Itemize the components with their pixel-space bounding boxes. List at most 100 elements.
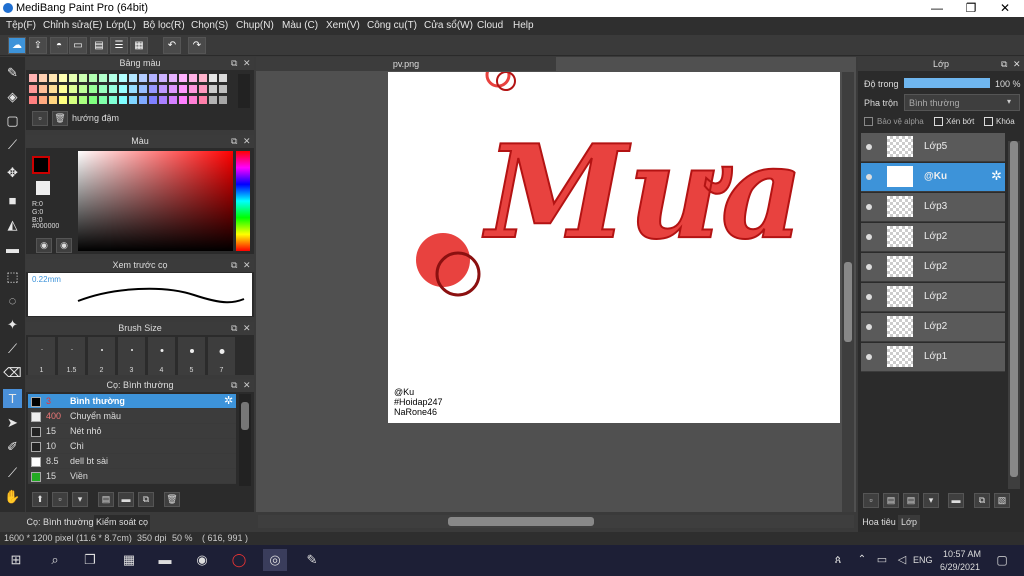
- detach-icon[interactable]: ⧉: [231, 259, 237, 272]
- eraser-tool-icon[interactable]: ◈: [3, 87, 22, 106]
- magic-wand-icon[interactable]: ✦: [3, 315, 22, 334]
- rect-select-tool-icon[interactable]: ▢: [3, 111, 22, 130]
- select-tool-icon[interactable]: ⬚: [3, 267, 22, 286]
- zalo-icon[interactable]: ◉: [190, 549, 214, 571]
- menu-file[interactable]: Tệp(F): [6, 20, 36, 31]
- color-swatch[interactable]: [99, 96, 107, 104]
- move-tool-icon[interactable]: ✥: [3, 163, 22, 182]
- color-swatch[interactable]: [149, 85, 157, 93]
- layer-row[interactable]: Lớp2: [861, 253, 1005, 282]
- operation-tool-icon[interactable]: ➤: [3, 413, 22, 432]
- clock-date[interactable]: 6/29/2021: [940, 562, 980, 572]
- search-icon[interactable]: ⌕: [43, 549, 67, 571]
- color-swatch[interactable]: [89, 85, 97, 93]
- trash-icon[interactable]: 🗑: [164, 492, 180, 507]
- folder-icon[interactable]: ▬: [118, 492, 134, 507]
- gear-icon[interactable]: ✲: [224, 394, 233, 407]
- eye-icon[interactable]: [866, 174, 872, 180]
- color-swatch[interactable]: [39, 96, 47, 104]
- menu-capture[interactable]: Chụp(N): [236, 20, 274, 31]
- brush-item[interactable]: 10 Chì: [28, 439, 236, 454]
- color-swatch[interactable]: [189, 85, 197, 93]
- color-swatch[interactable]: [179, 85, 187, 93]
- bucket-tool-icon[interactable]: ◭: [3, 215, 22, 234]
- menu-edit[interactable]: Chỉnh sửa(E): [43, 20, 103, 31]
- color-swatch[interactable]: [149, 96, 157, 104]
- select-pen-icon[interactable]: ⟋: [3, 339, 22, 358]
- eye-icon[interactable]: [866, 204, 872, 210]
- layer-row[interactable]: Lớp5: [861, 133, 1005, 162]
- detach-icon[interactable]: ⧉: [231, 57, 237, 70]
- color-swatch[interactable]: [89, 74, 97, 82]
- tab-layer[interactable]: Lớp: [898, 515, 920, 530]
- add-brush-icon[interactable]: ⬆: [32, 492, 48, 507]
- brush-tool-icon[interactable]: ✎: [3, 63, 22, 82]
- eye-icon[interactable]: [866, 324, 872, 330]
- volume-icon[interactable]: ◁: [890, 549, 914, 571]
- detach-icon[interactable]: ⧉: [231, 379, 237, 392]
- color-swatch[interactable]: [159, 85, 167, 93]
- color-swatch[interactable]: [199, 74, 207, 82]
- new-layer-1bit-icon[interactable]: ▤: [903, 493, 919, 508]
- restore-button[interactable]: ❐: [954, 0, 988, 17]
- palette-tab-label[interactable]: hướng đậm: [72, 113, 119, 123]
- color-swatch[interactable]: [109, 74, 117, 82]
- scroll-thumb[interactable]: [448, 517, 594, 526]
- minimize-button[interactable]: —: [920, 0, 954, 17]
- tab-brush[interactable]: Cọ: Bình thường: [26, 515, 94, 530]
- close-icon[interactable]: ✕: [243, 322, 251, 335]
- color-swatch[interactable]: [139, 74, 147, 82]
- windows-start-icon[interactable]: ⊞: [4, 549, 28, 571]
- color-swatch[interactable]: [219, 85, 227, 93]
- tab-brush-control[interactable]: Kiểm soát cọ: [94, 515, 150, 530]
- color-swatch[interactable]: [169, 85, 177, 93]
- brush-size-option[interactable]: 3: [118, 337, 146, 375]
- dropper-tool-icon[interactable]: ✐: [3, 437, 22, 456]
- delete-swatch-icon[interactable]: 🗑: [52, 111, 68, 126]
- share-icon[interactable]: ⇪: [29, 37, 47, 54]
- layer-row[interactable]: Lớp1: [861, 343, 1005, 372]
- color-swatch[interactable]: [209, 96, 217, 104]
- saturation-value-picker[interactable]: [78, 151, 233, 251]
- color-swatch[interactable]: [159, 74, 167, 82]
- merge-icon[interactable]: ▧: [994, 493, 1010, 508]
- brush-item[interactable]: 15 Nét nhỏ: [28, 424, 236, 439]
- chrome-icon[interactable]: ◎: [263, 549, 287, 571]
- color-swatch[interactable]: [209, 85, 217, 93]
- brush-size-option[interactable]: 5: [178, 337, 206, 375]
- folder-icon[interactable]: ▬: [948, 493, 964, 508]
- hand-tool-icon[interactable]: ✋: [3, 487, 22, 506]
- fill-rect-tool-icon[interactable]: ■: [3, 191, 22, 210]
- detach-icon[interactable]: ⧉: [1001, 57, 1007, 71]
- menu-select[interactable]: Chọn(S): [191, 20, 228, 31]
- color-swatch[interactable]: [79, 85, 87, 93]
- file-explorer-icon[interactable]: ▬: [153, 549, 177, 571]
- comment-icon[interactable]: ◓: [50, 37, 68, 54]
- task-view-icon[interactable]: ❐: [78, 549, 102, 571]
- color-swatch[interactable]: [29, 85, 37, 93]
- eye-icon[interactable]: [866, 234, 872, 240]
- duplicate-icon[interactable]: ⧉: [974, 493, 990, 508]
- new-brush-icon[interactable]: ▫: [52, 492, 68, 507]
- menu-cloud[interactable]: Cloud: [477, 20, 503, 31]
- chat-icon[interactable]: ▭: [69, 37, 87, 54]
- color-swatch[interactable]: [209, 74, 217, 82]
- color-swatch[interactable]: [69, 74, 77, 82]
- color-swatch[interactable]: [199, 96, 207, 104]
- medibang-icon[interactable]: ✎: [300, 549, 324, 571]
- notification-icon[interactable]: ▢: [990, 549, 1014, 571]
- brush-doc-icon[interactable]: ▤: [98, 492, 114, 507]
- document-tab[interactable]: pv.png: [256, 57, 556, 71]
- layer-scrollbar[interactable]: [1008, 141, 1020, 489]
- color-swatch[interactable]: [169, 74, 177, 82]
- brush-item[interactable]: 15 Viền: [28, 469, 236, 484]
- brush-size-option[interactable]: 1: [28, 337, 56, 375]
- opera-icon[interactable]: ◯: [227, 549, 251, 571]
- color-swatch[interactable]: [179, 74, 187, 82]
- color-swatch[interactable]: [119, 74, 127, 82]
- menu-color[interactable]: Màu (C): [282, 20, 318, 31]
- layer-row[interactable]: Lớp2: [861, 283, 1005, 312]
- color-option-icon[interactable]: ◉: [56, 238, 72, 253]
- color-swatch[interactable]: [49, 96, 57, 104]
- canvas-paper[interactable]: Mưa Le @Ku #Hoidap247 NaRone46: [388, 72, 840, 423]
